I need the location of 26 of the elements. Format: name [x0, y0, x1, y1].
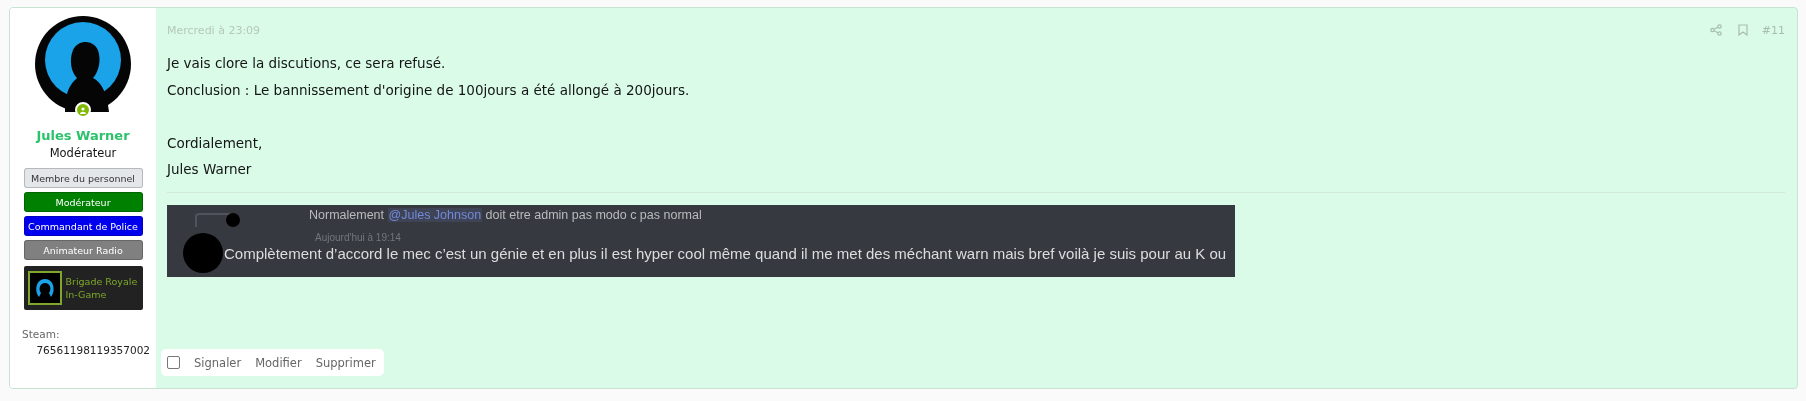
post-text-line: Conclusion : Le bannissement d'origine de 100jours a été allongé à 200jours.: [167, 80, 691, 100]
reply-text: Normalement @Jules Johnson doit etre admin pas modo c pas normal: [309, 207, 702, 222]
steam-id: 76561198119357002: [36, 344, 150, 356]
action-link[interactable]: Signaler: [194, 355, 242, 370]
user-mention[interactable]: @Jules Johnson: [387, 207, 483, 222]
user-banner: Animateur Radio: [23, 240, 143, 260]
user-banner: Modérateur: [23, 192, 143, 212]
username[interactable]: Jules Warner: [36, 128, 130, 143]
group-name: Brigade Royale: [65, 275, 138, 288]
group-status: In-Game: [65, 288, 108, 301]
action-link[interactable]: Supprimer: [315, 355, 376, 370]
avatar-icon: [183, 232, 223, 273]
group-logo-icon: [27, 271, 62, 305]
post-number[interactable]: #11: [1761, 23, 1785, 37]
steam-label: Steam:: [22, 328, 60, 340]
chat-message: Complètement d’accord le mec c’est un génie et en plus il est hyper cool même quand il me met des méchant warn mais bref voilà je suis pour au K ou: [224, 244, 1227, 262]
user-banner: Commandant de Police: [23, 216, 143, 236]
post-text-line: Jules Warner: [167, 160, 253, 179]
user-title: Modérateur: [49, 146, 117, 160]
select-checkbox[interactable]: [167, 356, 180, 369]
action-link[interactable]: Modifier: [255, 355, 302, 370]
reply-connector-icon: [195, 212, 241, 227]
avatar-icon[interactable]: [35, 16, 131, 112]
post-text-line: Cordialement,: [167, 133, 264, 153]
post-text-line: Je vais clore la discutions, ce sera refusé.: [167, 54, 447, 73]
user-banner: Membre du personnel: [23, 168, 143, 188]
